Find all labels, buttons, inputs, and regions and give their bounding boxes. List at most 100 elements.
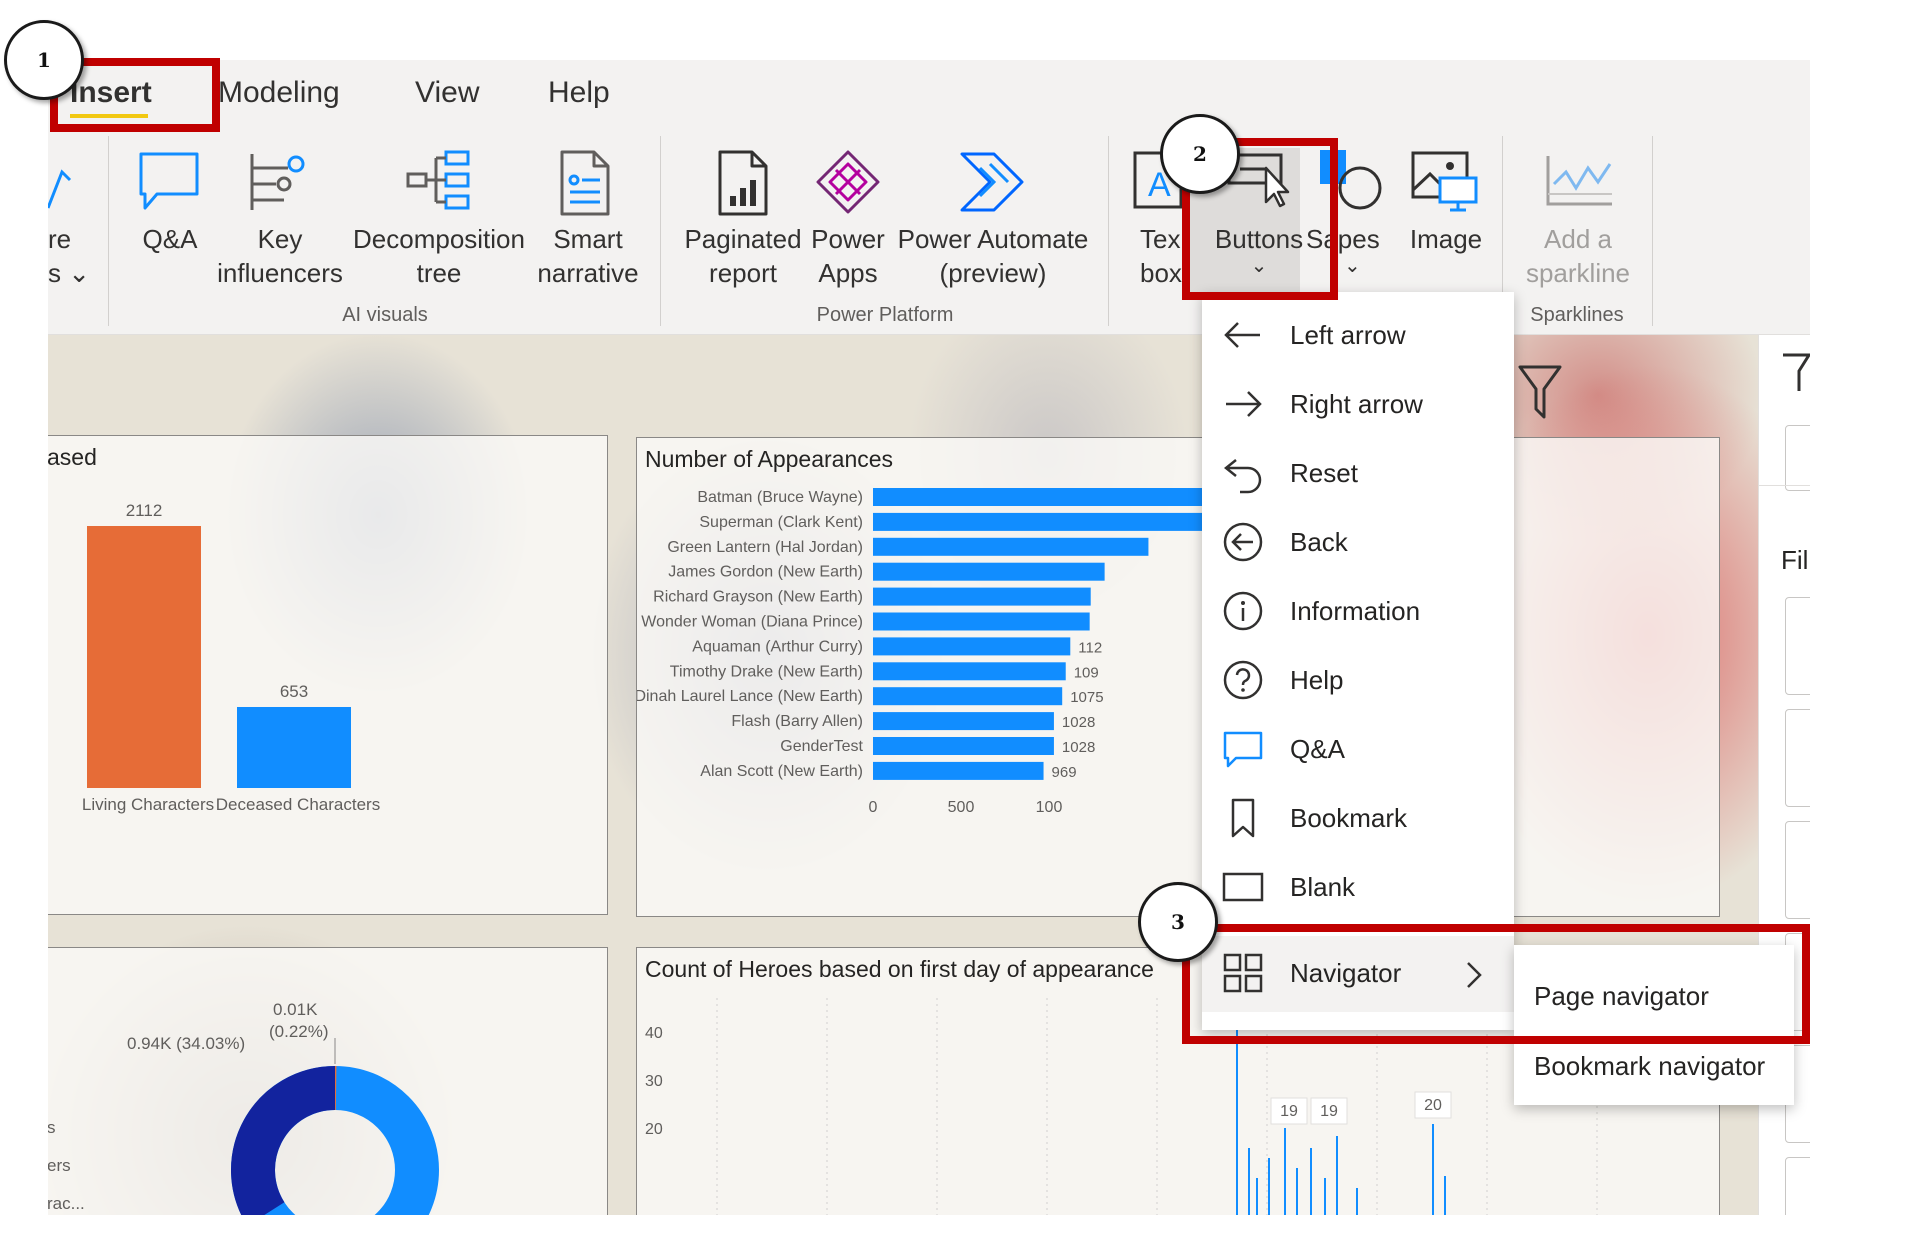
filter-card[interactable] bbox=[1785, 597, 1810, 695]
menu-item-reset[interactable]: Reset bbox=[1202, 438, 1514, 507]
filter-card[interactable] bbox=[1785, 709, 1810, 807]
data-label: 19 bbox=[1320, 1103, 1338, 1120]
group-label-power-platform: Power Platform bbox=[816, 304, 954, 326]
reset-icon bbox=[1223, 459, 1262, 494]
filter-pane-icon[interactable] bbox=[1781, 351, 1810, 395]
filter-card[interactable] bbox=[1785, 821, 1810, 919]
power-apps-button[interactable]: Power Apps bbox=[810, 222, 886, 290]
category-label: James Gordon (New Earth) bbox=[668, 564, 863, 581]
partial-visual-icon bbox=[48, 169, 72, 209]
tab-modeling[interactable]: Modeling bbox=[218, 76, 340, 110]
filter-search-box[interactable] bbox=[1785, 425, 1810, 491]
paginated-report-button[interactable]: Paginated report bbox=[678, 222, 808, 290]
chevron-down-icon: ⌄ bbox=[61, 258, 91, 288]
smart-narrative-button[interactable]: Smart narrative bbox=[532, 222, 644, 290]
group-separator bbox=[660, 136, 661, 326]
bar bbox=[873, 537, 1149, 556]
data-label: 1028 bbox=[1062, 739, 1095, 756]
bar bbox=[237, 706, 351, 788]
category-label: Alan Scott (New Earth) bbox=[700, 763, 863, 780]
decomposition-tree-button[interactable]: Decomposition tree bbox=[346, 222, 532, 290]
blank-icon bbox=[1222, 872, 1264, 902]
donut-chart bbox=[231, 1038, 439, 1215]
qa-icon bbox=[1223, 731, 1263, 768]
tab-view[interactable]: View bbox=[415, 76, 479, 110]
data-label: 20 bbox=[1424, 1097, 1442, 1114]
step-marker-1: 1 bbox=[4, 20, 84, 100]
category-label: Richard Grayson (New Earth) bbox=[653, 589, 863, 606]
category-label: Dinah Laurel Lance (New Earth) bbox=[637, 688, 863, 705]
category-label: Living Characters bbox=[82, 795, 214, 814]
filters-heading: Fil bbox=[1781, 545, 1809, 575]
menu-item-information[interactable]: Information bbox=[1202, 576, 1514, 645]
data-label: 653 bbox=[280, 682, 308, 701]
y-tick-label: 20 bbox=[645, 1121, 663, 1138]
filter-card[interactable] bbox=[1785, 1157, 1810, 1215]
x-tick-label: 100 bbox=[1036, 799, 1063, 816]
x-tick-label: 0 bbox=[869, 799, 878, 816]
data-label: 969 bbox=[1052, 764, 1077, 781]
category-label: Deceased Characters bbox=[216, 795, 380, 814]
paginated-report-icon bbox=[718, 150, 768, 216]
menu-item-back[interactable]: Back bbox=[1202, 507, 1514, 576]
filter-icon[interactable] bbox=[1516, 361, 1564, 421]
add-sparkline-button[interactable]: Add a sparkline bbox=[1510, 222, 1646, 290]
sparkline-icon bbox=[1546, 156, 1612, 206]
power-automate-button[interactable]: Power Automate (preview) bbox=[888, 222, 1098, 290]
menu-item-qa[interactable]: Q&A bbox=[1202, 714, 1514, 783]
image-button[interactable]: Image bbox=[1400, 222, 1492, 256]
power-automate-icon bbox=[960, 152, 1024, 212]
bar bbox=[873, 662, 1066, 681]
bar bbox=[873, 761, 1044, 780]
power-apps-icon bbox=[816, 150, 880, 214]
step-marker-2: 2 bbox=[1160, 114, 1240, 194]
menu-item-left-arrow[interactable]: Left arrow bbox=[1202, 300, 1514, 369]
text-box-button[interactable]: Tex box bbox=[1140, 222, 1182, 290]
menu-item-blank[interactable]: Blank bbox=[1202, 852, 1514, 921]
y-tick-label: 40 bbox=[645, 1025, 663, 1042]
group-label-ai-visuals: AI visuals bbox=[342, 304, 428, 326]
group-separator bbox=[1652, 136, 1653, 326]
decomposition-tree-icon bbox=[406, 150, 470, 210]
menu-item-help[interactable]: Help bbox=[1202, 645, 1514, 714]
back-icon bbox=[1223, 522, 1263, 562]
category-label: Batman (Bruce Wayne) bbox=[697, 489, 863, 506]
menu-item-bookmark[interactable]: Bookmark bbox=[1202, 783, 1514, 852]
group-separator bbox=[1108, 136, 1109, 326]
help-icon bbox=[1223, 660, 1263, 700]
living-vs-deceased-visual[interactable]: ased 2112 Living Characters 653 Deceased Ch… bbox=[48, 435, 608, 915]
image-icon bbox=[1411, 151, 1478, 212]
category-label: Superman (Clark Kent) bbox=[699, 514, 863, 531]
bar bbox=[873, 562, 1105, 581]
tab-help[interactable]: Help bbox=[548, 76, 610, 110]
bar bbox=[87, 526, 201, 788]
information-icon bbox=[1223, 591, 1263, 631]
data-label: 109 bbox=[1074, 664, 1099, 681]
key-influencers-icon bbox=[250, 154, 305, 210]
category-label: Flash (Barry Allen) bbox=[731, 713, 863, 730]
data-label: 1028 bbox=[1062, 714, 1095, 731]
category-label: Green Lantern (Hal Jordan) bbox=[667, 539, 863, 556]
x-tick-label: 500 bbox=[948, 799, 975, 816]
category-label: GenderTest bbox=[780, 738, 863, 755]
bookmark-icon bbox=[1231, 798, 1255, 838]
number-of-appearances-visual[interactable]: Number of Appearances Batman (Bruce Wayn… bbox=[636, 437, 1720, 917]
power-bi-desktop-window: Insert Modeling View Help re s ⌄ Q&A Key… bbox=[0, 0, 1917, 1243]
step-marker-3: 3 bbox=[1138, 882, 1218, 962]
donut-slice bbox=[231, 1066, 336, 1215]
right-arrow-icon bbox=[1226, 391, 1262, 417]
left-arrow-icon bbox=[1224, 322, 1260, 348]
menu-item-right-arrow[interactable]: Right arrow bbox=[1202, 369, 1514, 438]
key-influencers-button[interactable]: Key influencers bbox=[214, 222, 346, 290]
data-label: 2112 bbox=[126, 501, 163, 520]
y-tick-label: 30 bbox=[645, 1073, 663, 1090]
bar bbox=[873, 712, 1054, 731]
donut-visual[interactable]: 0.01K (0.22%) 0.94K (34.03%) s ers rac..… bbox=[48, 947, 608, 1215]
appearances-bar-chart: Batman (Bruce Wayne)3093Superman (Clark … bbox=[637, 488, 1507, 816]
category-label: Wonder Woman (Diana Prince) bbox=[641, 614, 863, 631]
partial-ribbon-button[interactable]: re s ⌄ bbox=[48, 222, 90, 290]
qa-button[interactable]: Q&A bbox=[128, 222, 212, 256]
highlight-navigator bbox=[1182, 924, 1810, 1044]
bookmark-navigator-item[interactable]: Bookmark navigator bbox=[1534, 1051, 1765, 1082]
bar bbox=[873, 612, 1090, 631]
